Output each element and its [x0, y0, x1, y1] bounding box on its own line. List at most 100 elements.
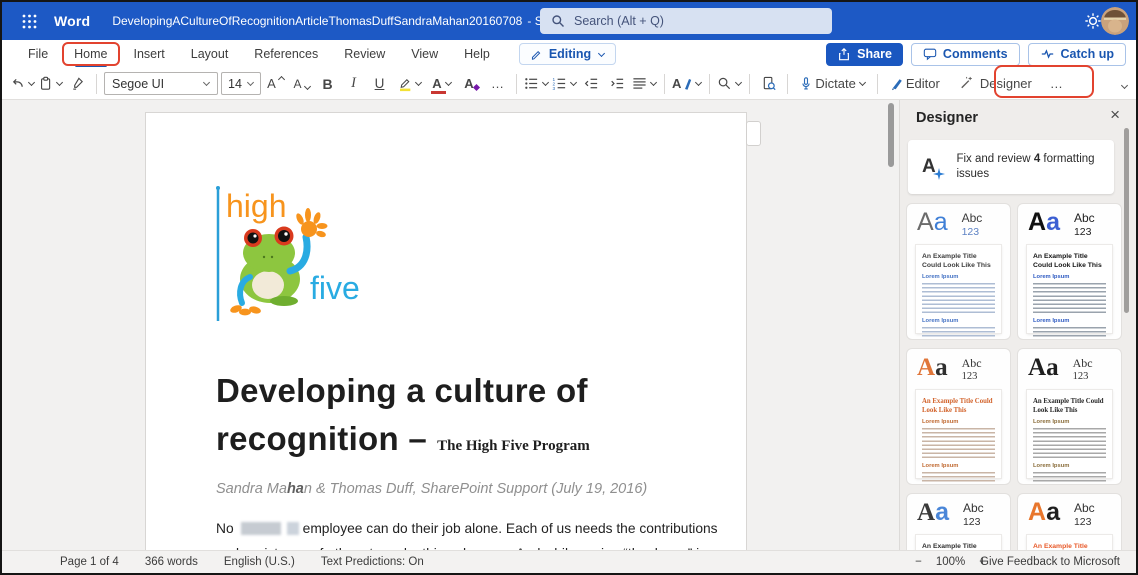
share-button[interactable]: Share — [826, 42, 903, 66]
designer-panel-scrollbar-thumb[interactable] — [1124, 128, 1129, 313]
bullets-button[interactable] — [524, 71, 550, 96]
search-input[interactable]: Search (Alt + Q) — [540, 8, 832, 34]
decrease-indent-button[interactable] — [580, 71, 603, 96]
bold-button[interactable]: B — [316, 71, 339, 96]
catch-up-button[interactable]: Catch up — [1027, 42, 1126, 66]
undo-button[interactable] — [10, 71, 36, 96]
comments-button[interactable]: Comments — [910, 42, 1020, 66]
document-page[interactable]: high five Developing a culture of recogn… — [145, 112, 747, 550]
design-suggestion-card[interactable]: AaAbc123 An Example Title Could Look Lik… — [906, 348, 1011, 485]
mini-page-preview: An Example Title Could Look Like ThisLor… — [1027, 535, 1112, 550]
svg-text:3: 3 — [552, 86, 555, 91]
design-suggestion-card[interactable]: AaAbc123 An Example Title Could Look Lik… — [1017, 493, 1122, 550]
close-icon[interactable]: × — [1110, 106, 1120, 123]
undo-icon — [12, 78, 23, 87]
format-review-icon: A — [922, 156, 946, 180]
document-title-bar[interactable]: DevelopingACultureOfRecognitionArticleTh… — [112, 14, 582, 28]
tab-help[interactable]: Help — [451, 40, 503, 68]
document-filename: DevelopingACultureOfRecognitionArticleTh… — [112, 14, 523, 28]
collapsed-comment-stub[interactable] — [746, 121, 761, 146]
word-count[interactable]: 366 words — [145, 556, 198, 568]
high-five-frog-logo: high five — [216, 186, 360, 321]
design-suggestion-card[interactable]: AaAbc123 An Example Title Could Look Lik… — [906, 493, 1011, 550]
mini-page-preview: An Example Title Could Look Like ThisLor… — [1027, 245, 1112, 339]
chevron-down-icon — [735, 78, 743, 87]
increase-indent-button[interactable] — [606, 71, 629, 96]
redacted-blur — [286, 522, 299, 535]
home-ribbon-toolbar: Segoe UI 14 A A B I U A A … 1 2 3 A Dict… — [2, 68, 1136, 100]
ribbon-overflow-button[interactable]: … — [1045, 71, 1068, 96]
tab-home[interactable]: Home — [61, 40, 120, 68]
designer-panel: Designer × A Fix and review 4 formatting… — [899, 100, 1136, 550]
mini-page-preview: An Example Title Could Look Like ThisLor… — [1027, 390, 1112, 484]
toolbar-divider — [709, 73, 711, 94]
paste-button[interactable] — [38, 71, 64, 96]
dictate-button[interactable]: Dictate — [795, 71, 869, 96]
font-color-swatch — [431, 90, 446, 94]
toolbar-divider — [516, 73, 517, 94]
align-justify-icon — [633, 78, 646, 89]
italic-button[interactable]: I — [342, 71, 365, 96]
underline-button[interactable]: U — [368, 71, 391, 96]
toolbar-divider — [749, 73, 751, 94]
format-painter-button[interactable] — [66, 71, 89, 96]
app-launcher-waffle-icon[interactable] — [16, 8, 42, 34]
find-button[interactable] — [717, 71, 743, 96]
editing-mode-dropdown[interactable]: Editing — [518, 43, 617, 65]
document-heading: Developing a culture of recognition – Th… — [216, 367, 741, 470]
chevron-down-icon — [649, 78, 658, 87]
highlight-color-button[interactable] — [394, 71, 424, 96]
document-canvas[interactable]: high five Developing a culture of recogn… — [2, 100, 899, 550]
search-document-view-button[interactable] — [757, 71, 780, 96]
ribbon-tab-row: File Home Insert Layout References Revie… — [2, 40, 1136, 68]
tab-references[interactable]: References — [241, 40, 331, 68]
tab-view[interactable]: View — [398, 40, 451, 68]
zoom-level[interactable]: 100% — [936, 556, 965, 568]
design-suggestion-card[interactable]: AaAbc123 An Example Title Could Look Lik… — [1017, 203, 1122, 340]
mini-page-preview: An Example Title Could Look Like ThisLor… — [916, 245, 1001, 339]
tab-file[interactable]: File — [15, 40, 61, 68]
designer-button[interactable]: Designer — [948, 71, 1042, 96]
zoom-out-button[interactable]: − — [915, 556, 922, 568]
magnifier-icon — [719, 77, 731, 90]
toolbar-divider — [664, 73, 665, 94]
shrink-font-button[interactable]: A — [290, 71, 313, 96]
app-name[interactable]: Word — [54, 13, 90, 29]
document-subtitle: The High Five Program — [437, 438, 590, 454]
fix-formatting-card[interactable]: A Fix and review 4 formatting issues — [908, 140, 1114, 194]
fix-formatting-text: Fix and review 4 formatting issues — [956, 153, 1095, 180]
text-predictions-toggle[interactable]: Text Predictions: On — [321, 556, 424, 568]
feedback-link[interactable]: Give Feedback to Microsoft — [980, 556, 1120, 568]
user-avatar[interactable] — [1101, 7, 1129, 35]
tab-review[interactable]: Review — [331, 40, 398, 68]
numbering-button[interactable]: 123 — [552, 71, 578, 96]
font-overflow-button[interactable]: … — [486, 71, 509, 96]
font-name-select[interactable]: Segoe UI — [104, 72, 218, 95]
catch-up-pulse-icon — [1041, 49, 1053, 59]
grow-font-button[interactable]: A — [264, 71, 287, 96]
search-icon — [552, 15, 564, 27]
font-sample: Aa — [917, 354, 948, 381]
document-scrollbar-thumb[interactable] — [888, 103, 894, 167]
styles-button[interactable]: A — [672, 71, 703, 96]
tab-insert[interactable]: Insert — [121, 40, 178, 68]
svg-text:high: high — [226, 188, 287, 224]
settings-gear-icon[interactable] — [1084, 12, 1102, 30]
font-sample: Aa — [1028, 354, 1059, 381]
tab-layout[interactable]: Layout — [178, 40, 242, 68]
font-color-button[interactable]: A — [427, 71, 457, 96]
design-suggestion-card[interactable]: AaAbc123 An Example Title Could Look Lik… — [1017, 348, 1122, 485]
font-sample: Aa — [1028, 208, 1060, 236]
word-online-window: Word DevelopingACultureOfRecognitionArti… — [0, 0, 1138, 575]
clear-formatting-button[interactable]: A — [460, 71, 483, 96]
design-suggestion-card[interactable]: AaAbc123 An Example Title Could Look Lik… — [906, 203, 1011, 340]
chevron-down-icon — [444, 78, 452, 87]
collapse-ribbon-button[interactable] — [1120, 76, 1129, 91]
page-indicator[interactable]: Page 1 of 4 — [60, 556, 119, 568]
active-tab-underline — [75, 64, 107, 67]
font-size-select[interactable]: 14 — [221, 72, 261, 95]
alignment-button[interactable] — [632, 71, 658, 96]
editor-button[interactable]: Editor — [885, 71, 945, 96]
language-indicator[interactable]: English (U.S.) — [224, 556, 295, 568]
chevron-down-icon — [55, 78, 64, 87]
